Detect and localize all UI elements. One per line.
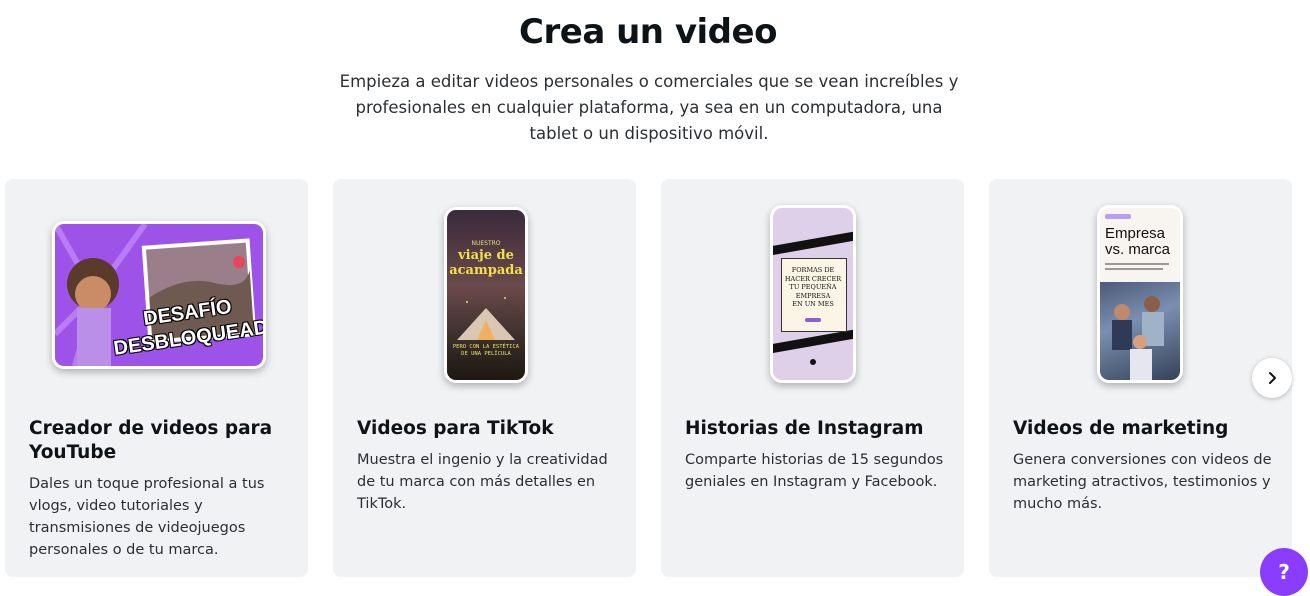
thumb-text: TU PEQUEÑA — [789, 283, 837, 291]
carousel-next-button[interactable] — [1252, 358, 1292, 398]
card-description: Dales un toque profesional a tus vlogs, … — [29, 476, 265, 558]
card-youtube[interactable]: DESAFÍO DESBLOQUEADO Creador de videos p… — [5, 179, 308, 577]
thumb-text-line1: viaje de — [458, 248, 514, 263]
card-tiktok[interactable]: NUESTRO viaje de acampada PERO CON LA ES… — [333, 179, 636, 577]
marketing-thumbnail: Empresa vs. marca — [989, 179, 1292, 399]
page-subtitle: Empieza a editar videos personales o com… — [339, 72, 959, 143]
card-description: Comparte historias de 15 segundos genial… — [685, 452, 944, 490]
thumb-small-text: NUESTRO — [471, 240, 501, 247]
thumb-text-line1: Empresa — [1105, 225, 1166, 242]
card-title[interactable]: Videos para TikTok — [357, 417, 620, 441]
card-instagram[interactable]: FORMAS DE HACER CRECER TU PEQUEÑA EMPRES… — [661, 179, 964, 577]
stripe-decoration — [773, 228, 853, 257]
thumb-text: EMPRESA — [795, 291, 831, 300]
tiktok-thumbnail: NUESTRO viaje de acampada PERO CON LA ES… — [333, 179, 636, 399]
card-title[interactable]: Videos de marketing — [1013, 417, 1276, 441]
help-button[interactable]: ? — [1260, 548, 1308, 596]
instagram-thumbnail: FORMAS DE HACER CRECER TU PEQUEÑA EMPRES… — [661, 179, 964, 399]
thumb-text: HACER CRECER — [784, 274, 842, 283]
chevron-right-icon — [1269, 372, 1276, 384]
thumb-text: FORMAS DE — [791, 266, 835, 274]
card-marketing[interactable]: Empresa vs. marca Videos de marketing Ge… — [989, 179, 1292, 577]
card-title[interactable]: Creador de videos para YouTube — [29, 417, 292, 465]
thumb-text: EN UN MES — [792, 300, 834, 308]
thumb-caption-2: DE UNA PELÍCULA — [461, 351, 511, 357]
card-description: Genera conversiones con videos de market… — [1013, 452, 1272, 512]
card-title[interactable]: Historias de Instagram — [685, 417, 948, 441]
thumb-text-line2: acampada — [449, 263, 523, 278]
page-title: Crea un video — [519, 12, 777, 52]
card-description: Muestra el ingenio y la creatividad de t… — [357, 452, 608, 512]
thumb-caption-1: PERO CON LA ESTÉTICA — [452, 344, 520, 350]
thumb-text-line2: vs. marca — [1105, 241, 1171, 258]
youtube-thumbnail: DESAFÍO DESBLOQUEADO — [5, 179, 308, 399]
